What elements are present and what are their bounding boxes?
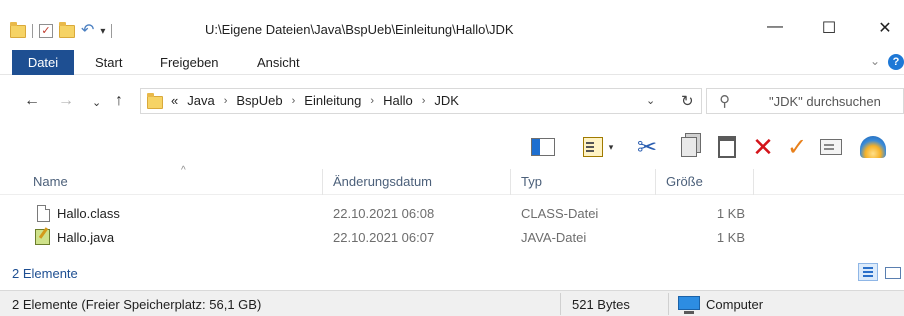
ribbon: Datei Start Freigeben Ansicht ⌄ ? [0,50,904,75]
tab-datei[interactable]: Datei [12,50,74,75]
views-dropdown[interactable]: ▾ [604,134,618,160]
chevron-down-icon: ▾ [608,141,614,152]
column-header-type[interactable]: Typ [521,174,542,189]
window-title: U:\Eigene Dateien\Java\BspUeb\Einleitung… [205,22,514,37]
customize-quick-access-button[interactable]: ▾ [100,26,105,37]
java-file-icon [35,229,50,245]
properties-button[interactable] [818,134,844,160]
status-summary: 2 Elemente (Freier Speicherplatz: 56,1 G… [12,297,262,312]
folder-icon [10,21,26,38]
file-type: JAVA-Datei [521,230,587,245]
file-type: CLASS-Datei [521,206,599,221]
copy-button[interactable] [676,134,702,160]
breadcrumb-overflow[interactable]: « [171,93,178,108]
column-resizer[interactable] [510,169,511,195]
large-icons-view-button[interactable] [882,263,902,281]
forward-button[interactable]: → [58,92,74,110]
title-bar: ✓ ↶ ▾ U:\Eigene Dateien\Java\BspUeb\Einl… [0,0,904,50]
ribbon-expand-icon[interactable]: ⌄ [870,54,880,68]
properties-check-icon[interactable]: ✓ [39,24,53,38]
up-button[interactable]: ↑ [115,92,123,110]
recent-locations-button[interactable]: ⌄ [92,96,101,109]
help-icon[interactable]: ? [888,54,904,70]
shell-button[interactable] [860,134,886,160]
properties-icon [820,139,842,155]
refresh-icon[interactable]: ↻ [681,92,694,110]
paste-button[interactable] [714,134,740,160]
tab-ansicht[interactable]: Ansicht [257,50,300,75]
toolbar: ▾ ✂ ✕ ✓ [0,128,904,170]
quick-access-toolbar: ✓ ↶ ▾ [10,20,113,42]
divider [32,24,33,38]
delete-button[interactable]: ✕ [750,131,776,162]
breadcrumb-bspueb[interactable]: BspUeb [236,93,282,108]
paste-icon [718,136,736,158]
search-input[interactable]: ⚲ "JDK" durchsuchen [706,88,904,114]
checkmark-icon: ✓ [786,133,808,161]
table-row[interactable]: Hallo.java 22.10.2021 06:07 JAVA-Datei 1… [0,226,904,249]
shell-icon [860,136,886,158]
tab-freigeben[interactable]: Freigeben [160,50,219,75]
column-resizer[interactable] [655,169,656,195]
views-button[interactable] [580,134,606,160]
details-view-button[interactable] [858,263,878,281]
computer-icon [678,296,700,314]
file-name: Hallo.java [57,230,115,245]
breadcrumb-java[interactable]: Java [187,93,214,108]
preview-pane-icon [531,138,555,156]
views-icon [583,137,603,157]
address-history-dropdown[interactable]: ⌄ [646,94,655,107]
preview-pane-button[interactable] [530,134,556,160]
column-header-size[interactable]: Größe [666,174,703,189]
divider [111,24,113,38]
item-count: 2 Elemente [12,266,78,281]
status-selection-size: 521 Bytes [572,297,630,312]
file-icon [37,205,50,222]
tab-start[interactable]: Start [95,50,122,75]
maximize-button[interactable]: ☐ [806,18,852,38]
back-button[interactable]: ← [24,92,40,110]
divider [560,293,561,315]
breadcrumb-separator[interactable]: › [370,95,374,107]
new-folder-icon[interactable] [59,21,75,38]
file-date: 22.10.2021 06:08 [333,206,435,221]
sort-indicator-icon: ^ [181,165,186,176]
column-header-date[interactable]: Änderungsdatum [333,174,432,189]
breadcrumb-separator[interactable]: › [224,95,228,107]
address-bar[interactable]: « Java › BspUeb › Einleitung › Hallo › J… [140,88,702,114]
copy-icon [681,137,697,157]
breadcrumb-separator[interactable]: › [422,95,426,107]
search-placeholder: "JDK" durchsuchen [769,94,881,109]
delete-icon: ✕ [752,131,774,162]
file-date: 22.10.2021 06:07 [333,230,435,245]
divider [668,293,669,315]
status-location: Computer [706,297,764,312]
cut-button[interactable]: ✂ [634,133,660,161]
file-size: 1 KB [716,230,745,245]
checkmark-button[interactable]: ✓ [784,133,810,161]
column-resizer[interactable] [322,169,323,195]
minimize-button[interactable]: — [752,18,798,36]
close-button[interactable]: ✕ [862,18,904,38]
column-resizer[interactable] [753,169,754,195]
breadcrumb: « Java › BspUeb › Einleitung › Hallo › J… [171,93,459,108]
file-size: 1 KB [716,206,745,221]
column-header-name[interactable]: Name [33,174,68,189]
file-name: Hallo.class [57,206,120,221]
cut-icon: ✂ [636,133,658,161]
table-row[interactable]: Hallo.class 22.10.2021 06:08 CLASS-Datei… [0,202,904,225]
navigation-bar: ← → ⌄ ↑ « Java › BspUeb › Einleitung › H… [0,78,904,124]
status-bar: 2 Elemente (Freier Speicherplatz: 56,1 G… [0,290,904,316]
search-icon: ⚲ [719,93,730,110]
breadcrumb-jdk[interactable]: JDK [434,93,459,108]
folder-icon [147,93,163,109]
breadcrumb-hallo[interactable]: Hallo [383,93,413,108]
breadcrumb-einleitung[interactable]: Einleitung [304,93,361,108]
column-headers: ^ Name Änderungsdatum Typ Größe [0,165,904,195]
undo-icon[interactable]: ↶ [81,23,94,39]
breadcrumb-separator[interactable]: › [292,95,296,107]
